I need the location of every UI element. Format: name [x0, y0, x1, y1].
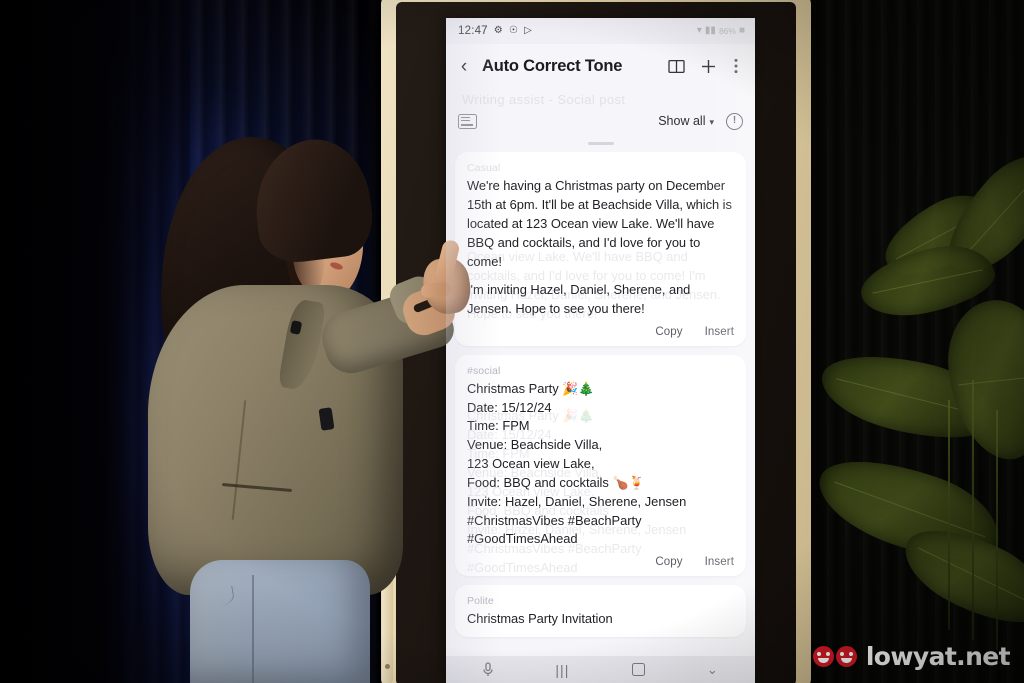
card-tag: #social: [467, 364, 501, 377]
card-body: Christmas Party Invitation: [467, 611, 613, 627]
back-chevron-icon[interactable]: ⌄: [707, 663, 718, 676]
card-body: Christmas Party 🎉🎄 Date: 15/12/24 Time: …: [467, 380, 734, 549]
recents-icon[interactable]: |||: [555, 663, 569, 677]
social-line: Time: FPM: [467, 418, 530, 434]
suggestion-card-casual[interactable]: Casual We're having a Christmas party on…: [455, 152, 746, 346]
social-line: Christmas Party 🎉🎄: [467, 380, 595, 396]
toolbar-right-group: Show all ▾ !: [658, 112, 743, 130]
social-line: Date: 15/12/24: [467, 399, 552, 415]
keyboard-icon[interactable]: [458, 113, 477, 129]
battery-percent-label: 86%: [718, 26, 736, 36]
home-icon[interactable]: [631, 663, 645, 676]
sync-icon: ☉: [508, 25, 519, 36]
show-all-dropdown[interactable]: Show all ▾: [658, 114, 714, 128]
jeans-seam: [252, 575, 254, 683]
card-tag: Casual: [467, 162, 501, 174]
copy-button[interactable]: Copy: [655, 326, 682, 338]
show-all-label: Show all: [658, 114, 706, 128]
phone-screen[interactable]: 12:47 ⚙ ☉ ▷ ▾ ▮▮ 86% ■ ‹ Auto Correct To…: [446, 18, 755, 683]
status-bar-left: 12:47 ⚙ ☉ ▷: [458, 25, 532, 37]
plus-icon[interactable]: [697, 55, 719, 77]
mascot-face-icon: [812, 646, 834, 667]
card-tag: Polite: [467, 595, 494, 608]
card-paragraph: We're having a Christmas party on Decemb…: [467, 178, 732, 269]
social-line: Venue: Beachside Villa,: [467, 437, 603, 453]
suggestion-card-polite[interactable]: Polite Christmas Party Invitation: [455, 585, 746, 638]
mic-icon[interactable]: [483, 662, 493, 677]
sheet-grabber[interactable]: [587, 142, 614, 145]
lowyat-mascot-icons: [812, 646, 857, 667]
jeans: [190, 560, 370, 683]
social-line: #ChristmasVibes #BeachParty: [467, 512, 642, 528]
insert-button[interactable]: Insert: [705, 556, 734, 568]
app-bar: ‹ Auto Correct Tone: [446, 44, 755, 88]
social-line: 123 Ocean view Lake,: [467, 456, 595, 472]
card-actions: Copy Insert: [467, 556, 734, 568]
ghost-headline-text: Writing assist - Social post: [462, 92, 626, 107]
insert-button[interactable]: Insert: [705, 326, 734, 338]
watermark-text: lowyat.net: [865, 642, 1011, 671]
card-body: We're having a Christmas party on Decemb…: [467, 177, 734, 319]
suggestion-card-social[interactable]: #social Christmas Party 🎉🎄 Date: 15/12/2…: [455, 354, 746, 577]
signal-icon: ▮▮: [704, 25, 716, 36]
social-line: Food: BBQ and cocktails 🍗🍹: [467, 474, 645, 490]
book-icon[interactable]: [665, 55, 687, 77]
copy-button[interactable]: Copy: [655, 556, 682, 568]
assist-toolbar: Show all ▾ !: [446, 106, 755, 136]
curtain-shadow: [0, 0, 190, 683]
battery-icon: ■: [738, 25, 745, 36]
info-icon[interactable]: !: [726, 112, 743, 130]
plant-stem: [996, 410, 998, 650]
play-icon: ▷: [524, 25, 533, 36]
gear-icon: ⚙: [493, 25, 503, 36]
ghost-headline: Writing assist - Social post: [446, 88, 755, 107]
card-paragraph: I'm inviting Hazel, Daniel, Sherene, and…: [467, 281, 691, 316]
mascot-face-icon: [835, 646, 857, 667]
chevron-down-icon: ▾: [709, 116, 714, 127]
card-actions: Copy Insert: [467, 326, 734, 338]
status-bar-right: ▾ ▮▮ 86% ■: [696, 25, 745, 37]
page-title: Auto Correct Tone: [482, 56, 623, 75]
plant-stem: [948, 400, 950, 630]
status-bar: 12:47 ⚙ ☉ ▷ ▾ ▮▮ 86% ■: [446, 18, 755, 44]
overflow-menu-icon[interactable]: [729, 55, 743, 77]
status-time: 12:47: [458, 25, 488, 37]
wifi-icon: ▾: [696, 25, 702, 36]
plant-stem: [972, 380, 974, 640]
back-button[interactable]: ‹: [456, 57, 472, 76]
suggestion-list[interactable]: Casual We're having a Christmas party on…: [446, 136, 755, 656]
android-nav-bar: ||| ⌄: [446, 656, 755, 683]
social-line: #GoodTimesAhead: [467, 531, 578, 547]
social-line: Invite: Hazel, Daniel, Sherene, Jensen: [467, 493, 687, 509]
watermark: lowyat.net: [812, 642, 1011, 671]
photo-scene: 12:47 ⚙ ☉ ▷ ▾ ▮▮ 86% ■ ‹ Auto Correct To…: [0, 0, 1024, 683]
